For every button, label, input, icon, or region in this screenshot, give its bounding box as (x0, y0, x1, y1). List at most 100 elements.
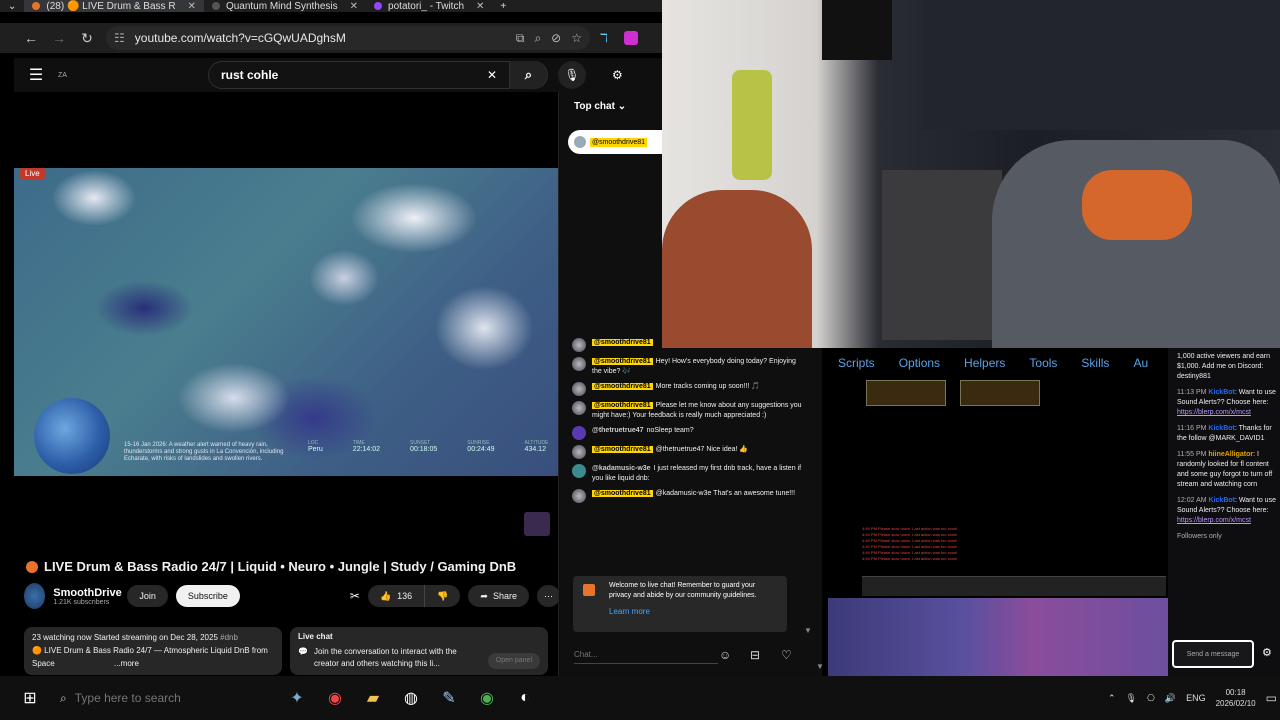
menu-icon[interactable]: ☰ (14, 65, 58, 85)
chat-author[interactable]: @smoothdrive81 (592, 446, 653, 453)
voice-search-icon[interactable]: 🎙 (558, 61, 586, 89)
channel-name[interactable]: SmoothDrive (53, 587, 125, 599)
like-button[interactable]: 👍 136 (367, 585, 425, 607)
site-info-icon[interactable]: ☷ (114, 31, 125, 45)
microphone-icon[interactable]: 🎙 (1126, 693, 1137, 704)
settings-icon[interactable]: ⚙ (1262, 646, 1272, 659)
clock[interactable]: 00:18 2026/02/10 (1216, 687, 1256, 709)
dislike-button[interactable]: 👎 (424, 585, 461, 607)
chat-link[interactable]: https://blerp.com/x/mcst (1177, 409, 1251, 416)
chat-author[interactable]: @kadamusic-w3e (592, 465, 651, 472)
cloth-shape (732, 70, 772, 180)
chat-author[interactable]: KickBot (1209, 497, 1235, 504)
chat-author[interactable]: @smoothdrive81 (592, 358, 653, 365)
paint-icon[interactable]: ✎ (430, 679, 468, 717)
chat-author[interactable]: @smoothdrive81 (592, 383, 653, 390)
create-icon[interactable]: ⚙ (612, 68, 623, 82)
scroll-down-icon[interactable]: ▼ (804, 626, 812, 635)
network-icon[interactable]: ⎔ (1147, 693, 1155, 704)
close-icon[interactable]: ✕ (476, 1, 484, 12)
open-panel-button[interactable]: Open panel (487, 653, 540, 669)
chat-author[interactable]: hiineAlligator (1208, 451, 1253, 458)
youtube-logo[interactable]: ZA (58, 72, 208, 79)
chat-author[interactable]: KickBot (1208, 425, 1234, 432)
chat-author[interactable]: @thetruetrue47 (592, 427, 644, 434)
channel-watermark[interactable] (524, 512, 550, 536)
chat-input[interactable] (574, 650, 718, 659)
chevron-up-icon[interactable]: ⌃ (1108, 693, 1116, 704)
clear-search-icon[interactable]: ✕ (487, 68, 497, 82)
forward-button[interactable]: → (50, 30, 68, 46)
share-button[interactable]: ➦ Share (468, 585, 529, 607)
avatar (574, 136, 586, 148)
more-actions-button[interactable]: ⋯ (537, 585, 560, 607)
learn-more-link[interactable]: Learn more (609, 607, 779, 617)
game-action-bar[interactable] (862, 576, 1166, 596)
tab-youtube[interactable]: (28) 🟠 LIVE Drum & Bass R ✕ (24, 0, 204, 12)
tab-list-chevron[interactable]: ⌄ (0, 0, 24, 12)
close-icon[interactable]: ✕ (188, 1, 196, 12)
copilot-icon[interactable]: ✦ (278, 679, 316, 717)
chat-author[interactable]: @smoothdrive81 (592, 402, 653, 409)
live-chat-card-text: Join the conversation to interact with t… (313, 647, 457, 668)
tab-youtube-label: (28) 🟠 LIVE Drum & Bass R (46, 0, 176, 12)
pinned-message[interactable]: @smoothdrive81 (568, 130, 662, 154)
clip-icon[interactable]: ✂ (350, 589, 360, 603)
game-tab-skills[interactable]: Skills (1081, 356, 1109, 370)
chat-link[interactable]: https://blerp.com/x/mcst (1177, 517, 1251, 524)
tab-twitch[interactable]: potatori_ - Twitch ✕ (366, 0, 492, 12)
windows-start-icon[interactable]: ⊞ (0, 688, 60, 708)
language-indicator[interactable]: ENG (1186, 693, 1206, 703)
webcam-video[interactable] (662, 0, 1280, 348)
taskbar-search[interactable]: ⌕ (60, 691, 278, 706)
extension-icon[interactable] (624, 31, 638, 45)
close-icon[interactable]: ✕ (350, 1, 358, 12)
game-tab-au[interactable]: Au (1133, 356, 1148, 370)
eye-off-icon[interactable]: ⊘ (551, 31, 561, 45)
send-message-input[interactable]: Send a message (1172, 640, 1254, 668)
bookmark-star-icon[interactable]: ☆ (571, 31, 582, 45)
video-title-row: LIVE Drum & Bass Radio 24/7 | Liquid • N… (26, 559, 556, 574)
zoom-icon[interactable]: ⌕ (534, 31, 541, 46)
new-tab-button[interactable]: + (492, 0, 514, 12)
tab-strip: ⌄ (28) 🟠 LIVE Drum & Bass R ✕ Quantum Mi… (0, 0, 662, 12)
game-tab-tools[interactable]: Tools (1029, 356, 1057, 370)
search-button[interactable]: ⌕ (509, 61, 547, 89)
install-icon[interactable]: ⧉ (516, 31, 525, 46)
chrome-icon[interactable]: ◉ (316, 679, 354, 717)
notification-icon[interactable]: ▭ (1266, 691, 1277, 705)
globe-graphic (34, 398, 110, 474)
tab-quantum[interactable]: Quantum Mind Synthesis ✕ (204, 0, 366, 12)
chat-message: @kadamusic-w3e I just released my first d… (572, 464, 804, 484)
description-box[interactable]: 23 watching now Started streaming on Dec… (24, 627, 282, 675)
description-more[interactable]: ...more (114, 657, 139, 670)
game-tab-scripts[interactable]: Scripts (838, 356, 875, 370)
super-chat-icon[interactable]: ⊟ (750, 648, 760, 662)
obs-icon[interactable]: ◍ (392, 679, 430, 717)
taskbar-search-input[interactable] (74, 691, 215, 705)
emoji-icon[interactable]: ☺ (719, 648, 731, 662)
top-chat-dropdown[interactable]: Top chat ⌄ (574, 101, 626, 112)
join-button[interactable]: Join (127, 585, 168, 607)
scroll-down-icon[interactable]: ▼ (816, 662, 824, 671)
app-icon[interactable]: ◐ (506, 679, 544, 717)
game-tab-helpers[interactable]: Helpers (964, 356, 1005, 370)
omnibox[interactable]: ☷ youtube.com/watch?v=cGQwUADghsM ⧉ ⌕ ⊘ … (106, 26, 590, 50)
volume-icon[interactable]: 🔊 (1165, 693, 1176, 704)
chat-author[interactable]: @smoothdrive81 (592, 339, 653, 346)
chat-message: @smoothdrive81 @thetruetrue47 Nice idea! … (572, 445, 804, 459)
reload-button[interactable]: ↻ (78, 30, 96, 47)
chat-author[interactable]: @smoothdrive81 (592, 490, 653, 497)
description-hashtag[interactable]: #dnb (220, 633, 238, 642)
chat-author[interactable]: KickBot (1208, 389, 1234, 396)
channel-avatar[interactable] (24, 583, 46, 609)
search-box: ✕ ⌕ (208, 61, 548, 89)
chrome-profile-icon[interactable]: ◉ (468, 679, 506, 717)
extension-icon[interactable]: ℸ (600, 31, 614, 45)
back-button[interactable]: ← (22, 30, 40, 46)
subscribe-button[interactable]: Subscribe (175, 585, 240, 607)
game-tab-options[interactable]: Options (899, 356, 940, 370)
search-input[interactable] (221, 68, 487, 82)
file-explorer-icon[interactable]: ▰ (354, 679, 392, 717)
heart-icon[interactable]: ♡ (781, 648, 792, 662)
